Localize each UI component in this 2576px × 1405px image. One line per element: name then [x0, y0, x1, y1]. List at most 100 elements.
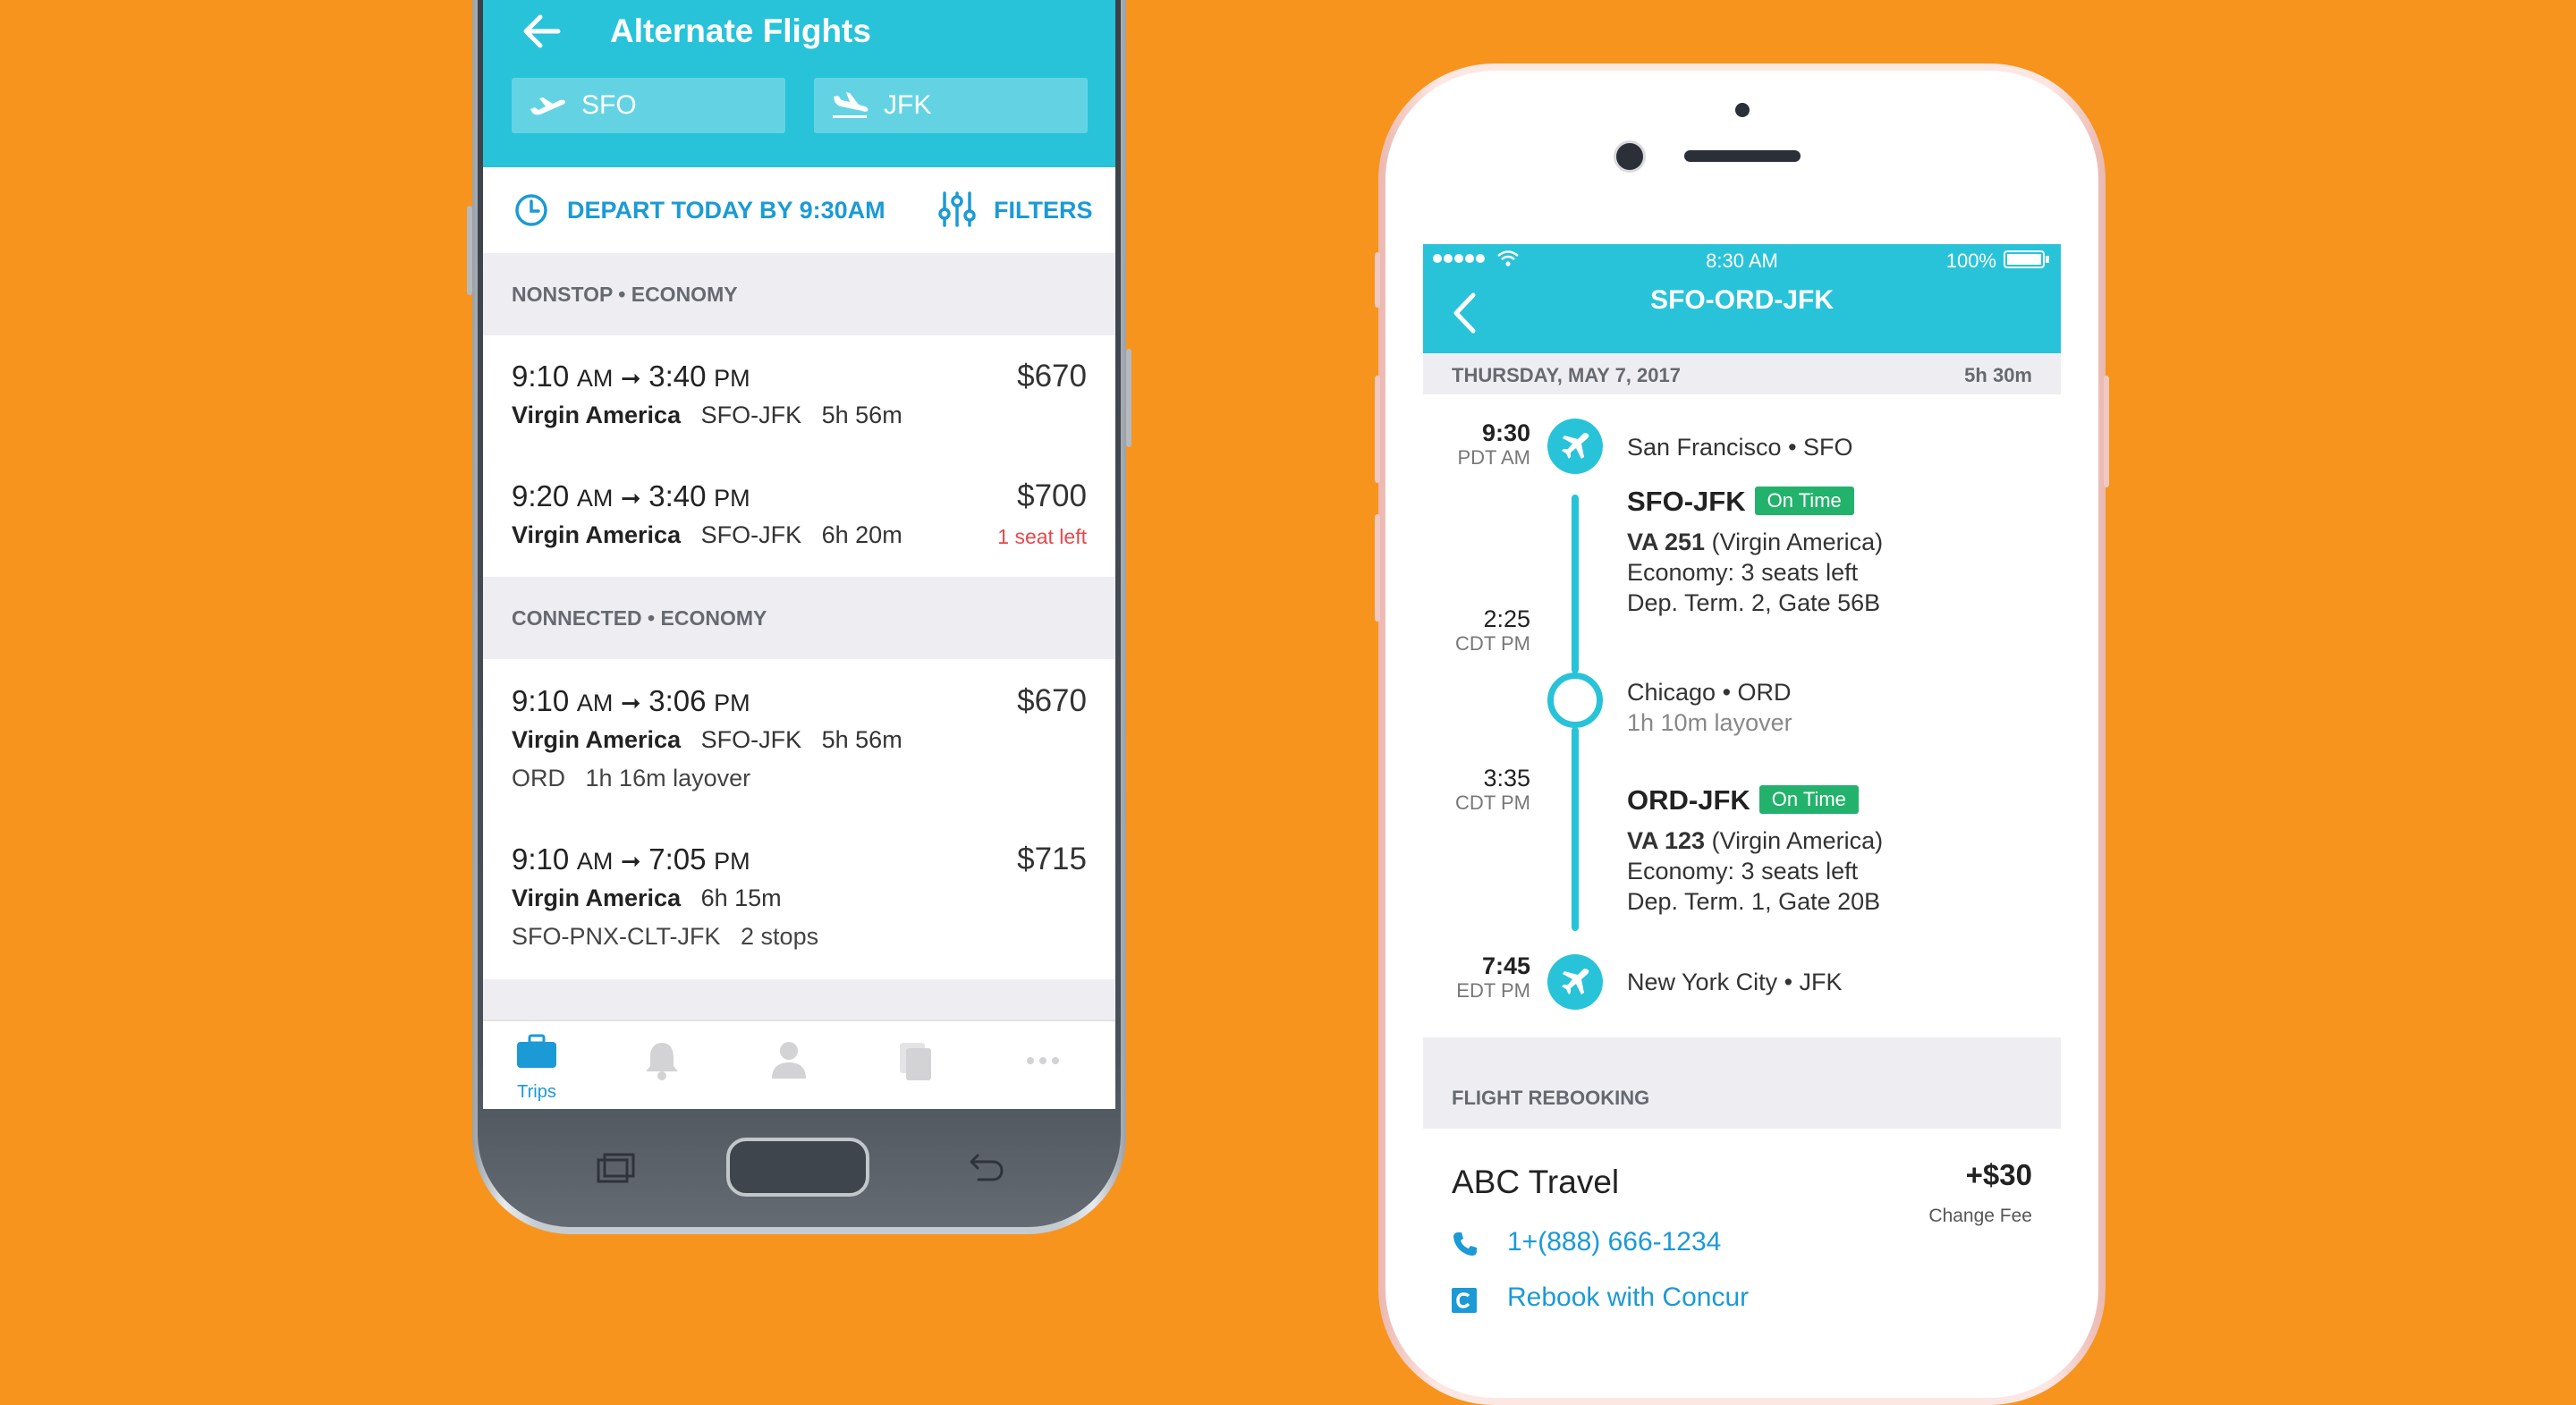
timeline-connector	[1572, 495, 1579, 673]
rebook-with-concur-link[interactable]: Rebook with Concur	[1507, 1282, 1749, 1313]
origin-airport-field[interactable]: SFO	[512, 78, 785, 133]
section-header-connected: CONNECTED • ECONOMY	[483, 577, 1115, 659]
change-fee-amount: +$30	[1965, 1158, 2032, 1191]
timeline-layover-node	[1547, 673, 1603, 728]
phone-icon	[1453, 1232, 1477, 1256]
flight-times: 9:10 AM ➞ 3:40 PM	[512, 360, 750, 393]
timeline-plane-node	[1547, 954, 1603, 1010]
timeline-plane-node	[1547, 419, 1603, 474]
iphone-mute-switch	[1375, 252, 1380, 308]
iphone-volume-up	[1375, 376, 1380, 483]
iphone-power-button	[2104, 376, 2109, 487]
destination-airport-field[interactable]: JFK	[814, 78, 1088, 133]
departure-gate: Dep. Term. 1, Gate 20B	[1627, 888, 1881, 915]
front-camera	[1616, 143, 1643, 170]
android-side-button-right	[1126, 349, 1131, 447]
final-arrival-time: 7:45 EDT PM	[1456, 952, 1530, 1002]
flight-details: Virgin America SFO-JFK 6h 20m	[512, 521, 902, 548]
flight-details: Virgin America 6h 15m	[512, 884, 782, 911]
trip-duration: 5h 30m	[1964, 364, 2032, 386]
tab-alerts[interactable]	[608, 1021, 716, 1109]
flight-row[interactable]: 9:10 AM ➞ 3:40 PM Virgin America SFO-JFK…	[483, 335, 1115, 457]
flight-price: $700	[1017, 478, 1087, 513]
flight-price: $670	[1017, 359, 1087, 394]
departure-time: 9:30 PDT AM	[1457, 419, 1530, 469]
proximity-sensor	[1735, 103, 1750, 117]
takeoff-icon	[530, 97, 565, 115]
flight-price: $670	[1017, 683, 1087, 718]
section-header-nonstop: NONSTOP • ECONOMY	[483, 253, 1115, 335]
back-arrow-icon[interactable]	[522, 11, 576, 52]
flight-number: VA 123 (Virgin America)	[1627, 827, 1884, 854]
flight-details: Virgin America SFO-JFK 5h 56m	[512, 402, 902, 428]
layover-duration: 1h 10m layover	[1627, 709, 1792, 736]
origin-code: SFO	[581, 90, 637, 120]
flight-row[interactable]: 9:20 AM ➞ 3:40 PM Virgin America SFO-JFK…	[483, 457, 1115, 577]
tab-trips[interactable]: Trips	[483, 1021, 590, 1109]
flight-price: $715	[1017, 842, 1087, 876]
seats-left-badge: 1 seat left	[997, 525, 1087, 548]
filters-button[interactable]: FILTERS	[994, 197, 1093, 224]
status-badge: On Time	[1758, 785, 1859, 814]
flight-details: Virgin America SFO-JFK 5h 56m	[512, 726, 902, 753]
connection-departure-time: 3:35 CDT PM	[1455, 765, 1530, 814]
cabin-availability: Economy: 3 seats left	[1627, 559, 1859, 586]
depart-time-filter[interactable]: DEPART TODAY BY 9:30AM	[567, 197, 886, 224]
documents-icon	[900, 1043, 931, 1080]
flight-times: 9:10 AM ➞ 7:05 PM	[512, 842, 750, 876]
back-key-icon[interactable]	[962, 1151, 1007, 1183]
list-spacer	[483, 979, 1115, 1020]
departure-gate: Dep. Term. 2, Gate 56B	[1627, 589, 1881, 616]
person-icon	[772, 1042, 806, 1079]
filters-sliders-icon[interactable]	[937, 190, 977, 228]
change-fee-label: Change Fee	[1928, 1206, 2032, 1226]
airplane-icon	[1562, 433, 1589, 459]
clock-icon	[515, 194, 547, 226]
flight-row[interactable]: 9:10 AM ➞ 3:06 PM Virgin America SFO-JFK…	[483, 659, 1115, 818]
destination-code: JFK	[884, 90, 932, 120]
bottom-tab-bar: Trips	[483, 1020, 1115, 1109]
recent-apps-key-icon[interactable]	[594, 1151, 639, 1183]
battery-percent: 100%	[1945, 250, 1996, 272]
flight-times: 9:10 AM ➞ 3:06 PM	[512, 684, 750, 717]
briefcase-icon	[517, 1034, 556, 1068]
tab-documents[interactable]	[862, 1021, 970, 1109]
cabin-availability: Economy: 3 seats left	[1627, 858, 1859, 884]
section-header-rebooking: FLIGHT REBOOKING	[1423, 1037, 2061, 1129]
layover-airport: Chicago • ORD	[1627, 679, 1792, 706]
segment-header: ORD-JFK On Time	[1627, 784, 1859, 817]
trip-title: SFO-ORD-JFK	[1650, 285, 1834, 315]
battery-icon	[2004, 250, 2049, 268]
departure-airport: San Francisco • SFO	[1627, 434, 1853, 461]
agency-phone-link[interactable]: 1+(888) 666-1234	[1507, 1227, 1721, 1257]
flight-number: VA 251 (Virgin America)	[1627, 529, 1884, 555]
segment-header: SFO-JFK On Time	[1627, 486, 1854, 518]
android-screen: Alternate Flights SFO JFK DEPART TODAY B…	[483, 0, 1115, 1109]
status-badge: On Time	[1754, 487, 1854, 515]
flight-layover: ORD 1h 16m layover	[512, 765, 751, 791]
tab-profile[interactable]	[735, 1021, 843, 1109]
filter-bar: DEPART TODAY BY 9:30AM FILTERS	[483, 167, 1115, 253]
concur-logo-icon	[1452, 1288, 1477, 1313]
landing-icon	[833, 92, 869, 118]
iphone-volume-down	[1375, 514, 1380, 622]
page-title: Alternate Flights	[610, 13, 871, 49]
home-button[interactable]	[726, 1138, 869, 1197]
flight-times: 9:20 AM ➞ 3:40 PM	[512, 479, 750, 512]
ios-screen: 8:30 AM 100% SFO-ORD-JFK THURSDAY, MAY 7…	[1423, 244, 2061, 1316]
bell-icon	[646, 1043, 678, 1080]
arrival-time: 2:25 CDT PM	[1455, 605, 1530, 655]
trip-header: 8:30 AM 100% SFO-ORD-JFK	[1423, 244, 2061, 353]
timeline-connector	[1572, 727, 1579, 931]
trip-date: THURSDAY, MAY 7, 2017	[1452, 364, 1681, 386]
alternate-flights-header: Alternate Flights SFO JFK	[483, 0, 1115, 167]
airplane-icon	[1562, 969, 1589, 995]
android-side-button-left	[467, 206, 472, 295]
travel-agency-name: ABC Travel	[1452, 1164, 1620, 1200]
flight-row[interactable]: 9:10 AM ➞ 7:05 PM Virgin America 6h 15m …	[483, 818, 1115, 979]
earpiece-speaker	[1684, 150, 1801, 162]
tab-more[interactable]	[989, 1021, 1097, 1109]
arrival-airport: New York City • JFK	[1627, 969, 1843, 995]
flight-stops: SFO-PNX-CLT-JFK 2 stops	[512, 923, 819, 950]
more-icon	[1027, 1057, 1059, 1064]
